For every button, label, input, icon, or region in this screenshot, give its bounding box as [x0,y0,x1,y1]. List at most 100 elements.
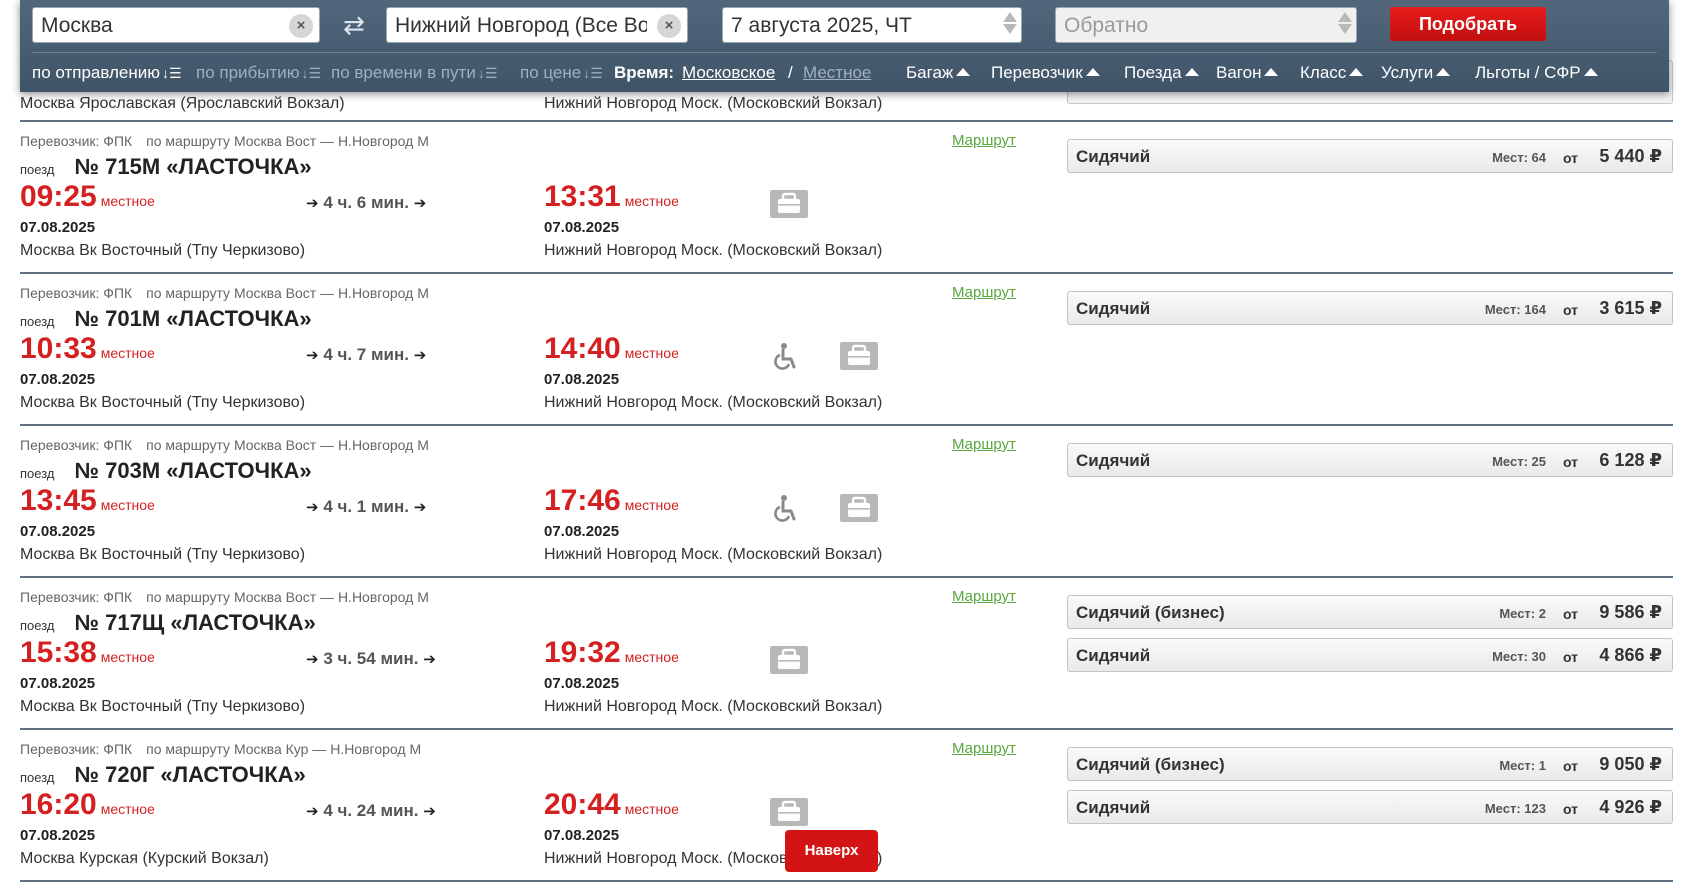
departure-date: 07.08.2025 [20,675,96,692]
departure-date: 07.08.2025 [20,371,96,388]
search-button[interactable]: Подобрать [1390,7,1546,41]
travel-duration: ➔ 4 ч. 1 мин. ➔ [306,497,427,516]
time-local[interactable]: Местное [803,63,871,83]
arrival-time: 14:40 местное [544,332,679,365]
luggage-icon [770,190,808,218]
to-field[interactable]: Нижний Новгород (Все Вокзалы) × [386,7,688,43]
sort-icon: ↓☰ [301,65,322,81]
fare-seats: Мест: 30 [1492,649,1546,664]
filter-wagon[interactable]: Вагон [1216,63,1279,83]
arrival-station: Нижний Новгород Моск. (Московский Вокзал… [544,546,883,563]
fare-price: 4 926 ₽ [1599,797,1662,817]
arrival-date: 07.08.2025 [544,827,620,844]
sort-arrival[interactable]: по прибытию ↓☰ [196,63,321,83]
clear-to-icon[interactable]: × [657,14,681,38]
fare-class: Сидячий [1076,646,1151,665]
departure-time: 10:33 местное [20,332,155,365]
departure-station: Москва Вк Восточный (Тпу Черкизово) [20,242,306,259]
filter-services[interactable]: Услуги [1381,63,1451,83]
luggage-icon [770,646,808,674]
route-text: по маршруту Москва Вост — Н.Новгород М [146,589,429,605]
filter-benefits[interactable]: Льготы / СФР [1475,63,1598,83]
sort-travel-time[interactable]: по времени в пути ↓☰ [331,63,497,83]
fare-from-label: от [1562,150,1578,166]
train-number: № 717Щ «ЛАСТОЧКА» [74,610,316,635]
route-link[interactable]: Маршрут [952,436,1016,453]
caret-up-icon [1349,68,1364,76]
fare-price: 3 615 ₽ [1599,298,1662,318]
filter-class[interactable]: Класс [1300,63,1364,83]
fare-from-label: от [1562,758,1578,774]
train-number: № 701М «ЛАСТОЧКА» [74,306,312,331]
return-field[interactable]: Обратно [1055,7,1357,43]
caret-up-icon [1583,68,1598,76]
from-field[interactable]: Москва × [32,7,320,43]
sort-icon: ↓☰ [477,65,498,81]
train-title: поезд № 720Г «ЛАСТОЧКА» [20,762,306,788]
train-type-label: поезд [20,314,55,329]
fare-price: 4 866 ₽ [1599,645,1662,665]
return-placeholder: Обратно [1064,14,1149,37]
luggage-icon [840,494,878,522]
fare-button[interactable]: Сидячий (бизнес) Мест: 2 от 9 586 ₽ [1067,595,1673,629]
arrow-icon: ➔ [423,803,436,820]
swap-icon[interactable]: ⇄ [343,10,365,41]
fare-class: Сидячий (бизнес) [1076,755,1225,774]
train-number: № 703М «ЛАСТОЧКА» [74,458,312,483]
fare-button[interactable]: Сидячий Мест: 123 от 4 926 ₽ [1067,790,1673,824]
arrival-station: Нижний Новгород Моск. (Московский Вокзал… [544,698,883,715]
route-text: по маршруту Москва Вост — Н.Новгород М [146,133,429,149]
fare-price: 6 128 ₽ [1599,450,1662,470]
caret-up-icon [956,68,971,76]
departure-date: 07.08.2025 [20,219,96,236]
from-value: Москва [41,14,113,37]
fare-from-label: от [1562,649,1578,665]
fare-button[interactable]: Сидячий Мест: 25 от 6 128 ₽ [1067,443,1673,477]
route-link[interactable]: Маршрут [952,284,1016,301]
departure-station: Москва Вк Восточный (Тпу Черкизово) [20,546,306,563]
date-field[interactable]: 7 августа 2025, ЧТ [722,7,1022,43]
route-link[interactable]: Маршрут [952,740,1016,757]
fare-from-label: от [1562,454,1578,470]
filter-trains[interactable]: Поезда [1124,63,1199,83]
fare-from-label: от [1562,302,1578,318]
fare-seats: Мест: 123 [1484,801,1546,816]
search-bar: Москва × ⇄ Нижний Новгород (Все Вокзалы)… [20,0,1669,92]
fare-seats: Мест: 1 [1499,758,1546,773]
fare-class: Сидячий [1076,451,1151,470]
train-type-label: поезд [20,770,55,785]
clear-from-icon[interactable]: × [289,14,313,38]
train-type-label: поезд [20,618,55,633]
departure-station: Москва Ярославская (Ярославский Вокзал) [20,95,345,112]
travel-duration: ➔ 3 ч. 54 мин. ➔ [306,649,436,668]
fare-seats: Мест: 2 [1499,606,1546,621]
arrival-date: 07.08.2025 [544,523,620,540]
filter-carrier[interactable]: Перевозчик [991,63,1100,83]
sort-icon: ↓☰ [162,65,182,81]
fare-price: 9 586 ₽ [1599,602,1662,622]
time-slash: / [788,63,793,82]
fare-button[interactable]: Сидячий Мест: 64 от 5 440 ₽ [1067,139,1673,173]
caret-up-icon [1085,68,1100,76]
fare-class: Сидячий [1076,299,1151,318]
arrival-date: 07.08.2025 [544,371,620,388]
departure-time: 13:45 местное [20,484,155,517]
train-row: Перевозчик: ФПК по маршруту Москва Вост —… [20,276,1673,426]
time-moscow[interactable]: Московское [682,63,775,83]
arrival-station: Нижний Новгород Моск. (Московский Вокзал… [544,242,883,259]
return-spinner-icon[interactable] [1338,10,1352,40]
route-link[interactable]: Маршрут [952,588,1016,605]
sort-departure[interactable]: по отправлению ↓☰ [32,63,182,83]
scroll-top-button[interactable]: Наверх [785,830,878,872]
route-link[interactable]: Маршрут [952,132,1016,149]
filter-baggage[interactable]: Багаж [906,63,971,83]
arrow-icon: ➔ [413,195,427,212]
sort-price[interactable]: по цене ↓☰ [520,63,603,83]
fare-class: Сидячий [1076,147,1151,166]
train-row: Перевозчик: ФПК по маршруту Москва Вост —… [20,428,1673,578]
arrow-icon: ➔ [306,499,319,516]
fare-button[interactable]: Сидячий Мест: 30 от 4 866 ₽ [1067,638,1673,672]
fare-button[interactable]: Сидячий (бизнес) Мест: 1 от 9 050 ₽ [1067,747,1673,781]
date-spinner-icon[interactable] [1003,10,1017,40]
fare-button[interactable]: Сидячий Мест: 164 от 3 615 ₽ [1067,291,1673,325]
